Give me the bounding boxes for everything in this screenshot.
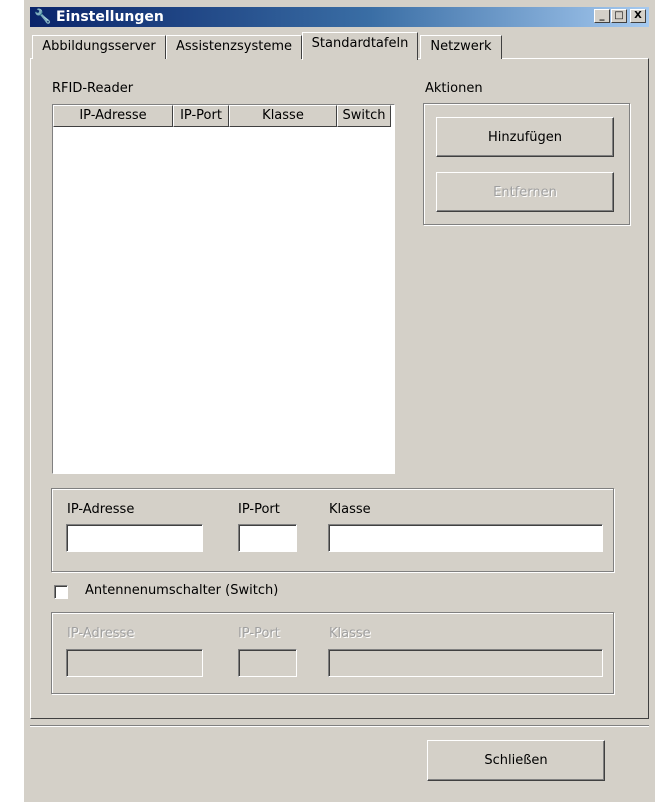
close-dialog-button[interactable]: Schließen (427, 740, 605, 781)
ip-address-label: IP-Adresse (67, 502, 135, 517)
ip-port-input[interactable] (238, 524, 297, 552)
tab-abbildungsserver[interactable]: Abbildungsserver (32, 35, 166, 59)
ip-port-label: IP-Port (238, 502, 280, 517)
column-header-ip-port[interactable]: IP-Port (173, 105, 229, 127)
switch-ip-address-input[interactable] (66, 649, 203, 677)
minimize-button[interactable]: _ (594, 9, 610, 23)
antenna-switch-checkbox[interactable] (54, 585, 68, 599)
maximize-button[interactable]: □ (611, 9, 627, 23)
switch-ip-port-label: IP-Port (238, 626, 280, 641)
tab-netzwerk[interactable]: Netzwerk (420, 35, 502, 59)
window-title: Einstellungen (56, 9, 164, 25)
class-input[interactable] (328, 524, 603, 552)
wrench-icon: 🔧 (34, 9, 52, 25)
rfid-reader-label: RFID-Reader (52, 81, 134, 96)
switch-class-input[interactable] (328, 649, 603, 677)
bottom-separator (30, 725, 649, 727)
close-button[interactable]: X (630, 9, 646, 23)
ip-address-input[interactable] (66, 524, 203, 552)
class-label: Klasse (329, 502, 371, 517)
tab-assistenzsysteme[interactable]: Assistenzsysteme (166, 35, 302, 59)
antenna-switch-label[interactable]: Antennenumschalter (Switch) (85, 583, 278, 598)
switch-ip-address-label: IP-Adresse (67, 626, 135, 641)
add-button[interactable]: Hinzufügen (436, 117, 614, 157)
title-bar[interactable]: 🔧 Einstellungen _ □ X (30, 7, 649, 27)
column-header-klasse[interactable]: Klasse (229, 105, 337, 127)
rfid-reader-list[interactable]: IP-Adresse IP-Port Klasse Switch (52, 104, 395, 474)
switch-ip-port-input[interactable] (238, 649, 297, 677)
column-header-ip-adresse[interactable]: IP-Adresse (53, 105, 173, 127)
column-header-switch[interactable]: Switch (337, 105, 391, 127)
tab-standardtafeln[interactable]: Standardtafeln (302, 32, 418, 60)
remove-button[interactable]: Entfernen (436, 172, 614, 212)
switch-class-label: Klasse (329, 626, 371, 641)
actions-label: Aktionen (425, 81, 483, 96)
